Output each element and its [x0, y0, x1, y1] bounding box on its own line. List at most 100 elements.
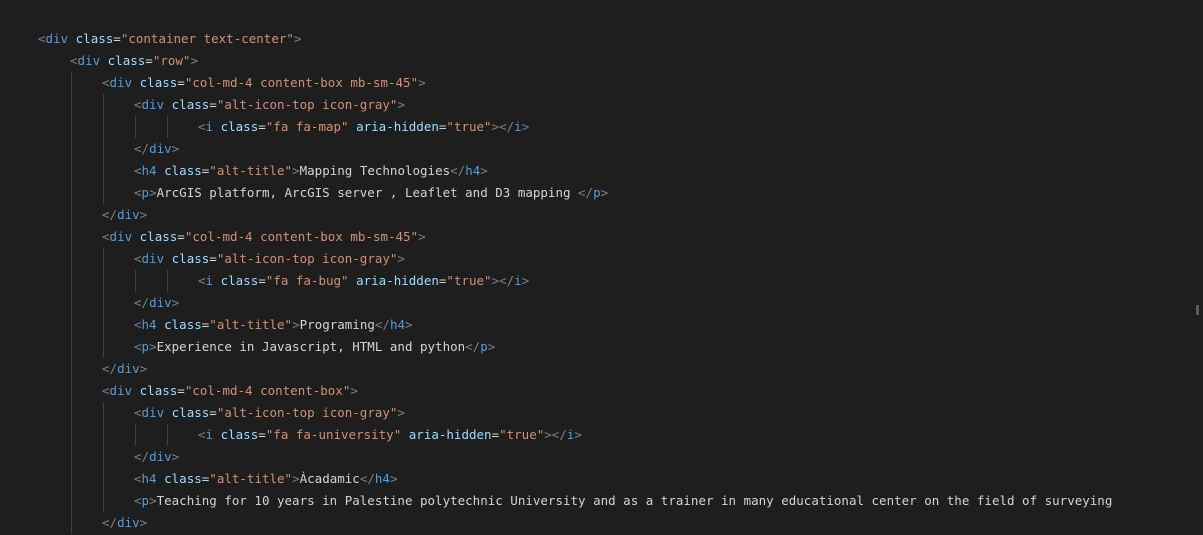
- code-token: "true": [499, 427, 545, 442]
- indent-guide: [103, 292, 104, 314]
- code-token: "col-md-4 content-box mb-sm-45": [184, 75, 419, 90]
- code-token: >: [397, 251, 405, 266]
- code-token: <: [102, 75, 110, 90]
- code-token: >: [190, 53, 198, 68]
- code-line-content: <p>ArcGIS platform, ArcGIS server , Leaf…: [134, 182, 608, 204]
- indent-guide: [71, 380, 72, 402]
- code-line[interactable]: </div>: [0, 512, 1203, 534]
- code-line[interactable]: </div>: [0, 138, 1203, 160]
- code-token: >: [350, 383, 358, 398]
- code-token: </: [465, 339, 481, 354]
- code-line-content: <div class="alt-icon-top icon-gray">: [134, 248, 405, 270]
- code-token: h4: [389, 317, 406, 332]
- indent-guide: [71, 204, 72, 226]
- code-token: div: [109, 229, 133, 244]
- indent-guide: [103, 424, 104, 446]
- code-line[interactable]: <div class="alt-icon-top icon-gray">: [0, 402, 1203, 424]
- code-line-content: <div class="alt-icon-top icon-gray">: [134, 94, 405, 116]
- indent-guide: [71, 336, 72, 358]
- code-token: aria-hidden: [356, 119, 439, 134]
- code-token: div: [117, 361, 140, 376]
- code-line[interactable]: </div>: [0, 292, 1203, 314]
- code-line-content: <div class="container text-center">: [38, 28, 301, 50]
- code-token: >: [171, 141, 180, 156]
- code-line[interactable]: <h4 class="alt-title">Programing</h4>: [0, 314, 1203, 336]
- code-line[interactable]: <p>ArcGIS platform, ArcGIS server , Leaf…: [0, 182, 1203, 204]
- code-token: "fa fa-bug": [265, 273, 349, 288]
- code-token: ></: [491, 119, 515, 134]
- code-token: div: [141, 251, 165, 266]
- code-line[interactable]: <h4 class="alt-title">Mapping Technologi…: [0, 160, 1203, 182]
- code-token: class: [107, 53, 146, 68]
- code-token: class: [164, 317, 202, 332]
- indent-guide: [71, 270, 72, 292]
- code-token: "alt-icon-top icon-gray": [216, 405, 398, 420]
- code-line[interactable]: <div class="row">: [0, 50, 1203, 72]
- code-token: Teaching for 10 years in Palestine polyt…: [156, 493, 1113, 508]
- code-token: h4: [465, 163, 481, 178]
- code-token: >: [139, 361, 148, 376]
- code-line[interactable]: <i class="fa fa-map" aria-hidden="true">…: [0, 116, 1203, 138]
- code-line[interactable]: <i class="fa fa-bug" aria-hidden="true">…: [0, 270, 1203, 292]
- code-token: p: [141, 493, 150, 508]
- code-line-content: <h4 class="alt-title">Àcadamic</h4>: [134, 468, 398, 490]
- code-token: aria-hidden: [356, 273, 439, 288]
- code-token: >: [418, 229, 426, 244]
- indent-guide: [71, 138, 72, 160]
- indent-guide: [71, 512, 72, 534]
- code-token: >: [139, 207, 148, 222]
- code-token: h4: [141, 163, 157, 178]
- code-line-content: </div>: [102, 512, 147, 534]
- code-token: <: [134, 251, 142, 266]
- code-token: "alt-icon-top icon-gray": [216, 97, 398, 112]
- code-line-content: <div class="row">: [70, 50, 198, 72]
- code-token: <: [134, 339, 142, 354]
- code-line[interactable]: </div>: [0, 204, 1203, 226]
- code-token: >: [389, 471, 398, 486]
- indent-guide: [135, 270, 136, 292]
- code-line[interactable]: <p>Teaching for 10 years in Palestine po…: [0, 490, 1203, 512]
- code-line[interactable]: <div class="container text-center">: [0, 28, 1203, 50]
- code-token: Experience in Javascript, HTML and pytho…: [156, 339, 466, 354]
- code-line[interactable]: <div class="col-md-4 content-box mb-sm-4…: [0, 72, 1203, 94]
- code-token: "col-md-4 content-box mb-sm-45": [184, 229, 419, 244]
- code-token: class: [139, 383, 178, 398]
- code-line[interactable]: <div class="col-md-4 content-box">: [0, 380, 1203, 402]
- code-token: "col-md-4 content-box": [184, 383, 351, 398]
- code-line[interactable]: <i class="fa fa-university" aria-hidden=…: [0, 424, 1203, 446]
- code-token: <: [70, 53, 78, 68]
- code-token: >: [521, 273, 530, 288]
- indent-guide: [71, 314, 72, 336]
- code-token: "fa fa-map": [265, 119, 349, 134]
- indent-guide: [135, 424, 136, 446]
- indent-guide: [167, 116, 168, 138]
- code-token: i: [205, 273, 214, 288]
- code-editor[interactable]: <div class="container text-center"> <div …: [0, 0, 1203, 535]
- code-token: class: [75, 31, 114, 46]
- code-line[interactable]: <h4 class="alt-title">Àcadamic</h4>: [0, 468, 1203, 490]
- indent-guide: [103, 270, 104, 292]
- code-token: >: [574, 427, 582, 442]
- scrollbar-marker[interactable]: [1196, 305, 1199, 315]
- code-line[interactable]: <p>Experience in Javascript, HTML and py…: [0, 336, 1203, 358]
- code-token: >: [293, 31, 302, 46]
- code-token: i: [514, 119, 522, 134]
- code-line[interactable]: </div>: [0, 358, 1203, 380]
- indent-guide: [135, 116, 136, 138]
- code-line[interactable]: <div class="alt-icon-top icon-gray">: [0, 248, 1203, 270]
- code-token: >: [171, 295, 180, 310]
- code-token: class: [164, 471, 202, 486]
- code-line[interactable]: <div class="col-md-4 content-box mb-sm-4…: [0, 226, 1203, 248]
- code-line[interactable]: </div>: [0, 446, 1203, 468]
- indent-guide: [71, 490, 72, 512]
- code-line[interactable]: <div class="alt-icon-top icon-gray">: [0, 94, 1203, 116]
- code-token: "true": [446, 273, 492, 288]
- indent-guide: [103, 116, 104, 138]
- indent-guide: [71, 116, 72, 138]
- code-token: div: [117, 207, 140, 222]
- code-token: =: [209, 97, 217, 112]
- code-area[interactable]: <div class="container text-center"> <div …: [0, 28, 1203, 535]
